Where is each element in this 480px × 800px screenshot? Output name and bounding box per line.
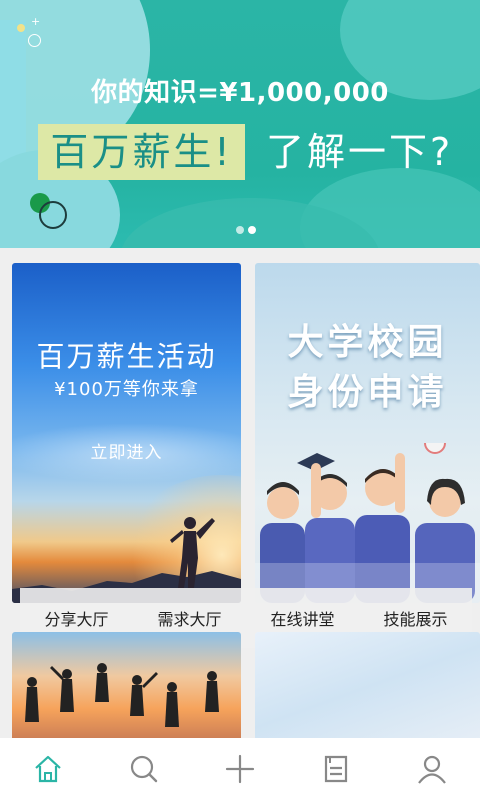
- category-online-lecture[interactable]: 在线讲堂: [270, 606, 334, 630]
- banner-highlight: 百万薪生!: [50, 130, 233, 174]
- carousel-dot-active[interactable]: [248, 226, 256, 234]
- promo-banner[interactable]: + 你的知识=¥1,000,000 百万薪生! 了解一下?: [0, 0, 480, 248]
- enter-button[interactable]: 立即进入: [12, 438, 241, 463]
- graduates-illustration: [255, 443, 480, 603]
- decor-ring: [39, 201, 67, 229]
- sparkle-icon: +: [31, 15, 41, 28]
- nav-search[interactable]: [114, 739, 174, 799]
- carousel-dot[interactable]: [236, 226, 244, 234]
- campus-id-card[interactable]: 大学校园 身份申请: [255, 263, 480, 603]
- app-screen: + 你的知识=¥1,000,000 百万薪生! 了解一下? 百万薪生活动 ¥10…: [0, 0, 480, 800]
- blue-art-card[interactable]: [255, 632, 480, 742]
- jumping-people-card[interactable]: [12, 632, 241, 742]
- nav-add[interactable]: [210, 739, 270, 799]
- jumping-people-illustration: [25, 663, 219, 727]
- user-icon: [418, 755, 446, 784]
- category-demand-hall[interactable]: 需求大厅: [157, 606, 221, 630]
- list-icon: [324, 755, 348, 783]
- plus-icon: [225, 754, 255, 784]
- carousel-indicator: [236, 226, 256, 234]
- home-icon: [35, 755, 61, 783]
- nav-list[interactable]: [306, 739, 366, 799]
- category-skill-showcase[interactable]: 技能展示: [383, 606, 447, 630]
- decor-circle: [28, 34, 41, 47]
- nav-profile[interactable]: [402, 739, 462, 799]
- campus-title-line2: 身份申请: [287, 372, 448, 413]
- activity-subtitle: ¥100万等你来拿: [54, 379, 199, 400]
- category-share-hall[interactable]: 分享大厅: [44, 606, 108, 630]
- decor-dot: [17, 24, 25, 32]
- nav-home[interactable]: [18, 739, 78, 799]
- bottom-nav: [0, 738, 480, 800]
- climber-silhouette: [170, 517, 215, 588]
- search-icon: [130, 755, 158, 783]
- campus-title-line1: 大学校园: [287, 322, 448, 363]
- banner-subtext: 了解一下?: [266, 130, 454, 174]
- activity-title: 百万薪生活动: [36, 340, 217, 373]
- banner-headline: 你的知识=¥1,000,000: [91, 78, 389, 108]
- activity-card[interactable]: 百万薪生活动 ¥100万等你来拿 立即进入: [12, 263, 241, 603]
